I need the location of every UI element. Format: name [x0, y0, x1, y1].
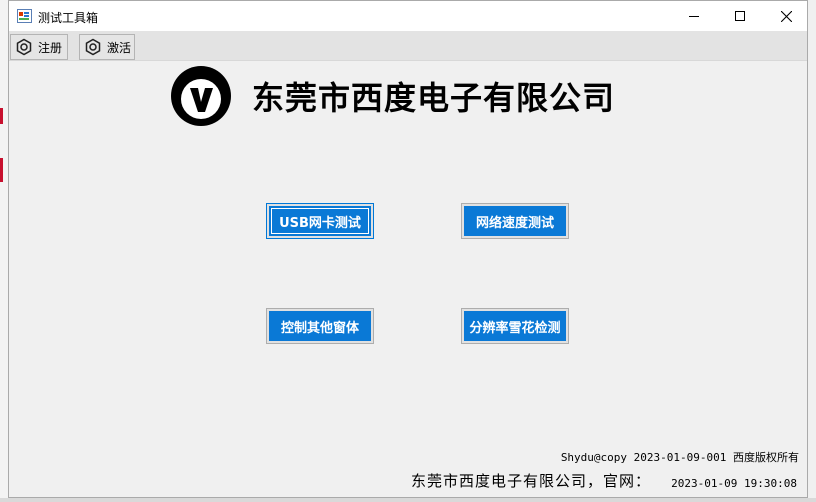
desktop-red-mark	[0, 108, 3, 124]
register-label: 注册	[38, 40, 63, 55]
maximize-icon	[735, 11, 745, 21]
gear-icon	[85, 38, 101, 56]
datetime-text: 2023-01-09 19:30:08	[671, 477, 797, 490]
minimize-button[interactable]	[671, 1, 717, 31]
footer-company-text: 东莞市西度电子有限公司，官网：	[411, 472, 652, 490]
activate-label: 激活	[107, 40, 132, 55]
desktop-bottom-edge	[0, 498, 816, 502]
title-bar[interactable]: 测试工具箱	[9, 1, 807, 31]
gear-icon	[16, 38, 32, 56]
close-icon	[780, 10, 792, 22]
resolution-snow-button[interactable]: 分辨率雪花检测	[461, 308, 569, 344]
activate-button[interactable]: 激活	[79, 34, 135, 60]
register-button[interactable]: 注册	[10, 34, 68, 60]
usb-test-label: USB网卡测试	[269, 206, 371, 236]
network-speed-button[interactable]: 网络速度测试	[461, 203, 569, 239]
minimize-icon	[689, 16, 699, 17]
window-title: 测试工具箱	[38, 11, 99, 25]
company-title: 东莞市西度电子有限公司	[252, 79, 616, 117]
company-logo	[171, 66, 231, 126]
main-window: 测试工具箱 注册 激活 东莞市西度电子有限公司 USB网卡测试 网络速度测试 控…	[8, 0, 808, 498]
main-content: 东莞市西度电子有限公司 USB网卡测试 网络速度测试 控制其他窗体 分辨率雪花检…	[9, 61, 807, 498]
app-icon	[17, 9, 32, 23]
network-speed-label: 网络速度测试	[464, 206, 566, 236]
close-button[interactable]	[763, 1, 809, 31]
desktop-red-mark	[0, 158, 3, 182]
resolution-snow-label: 分辨率雪花检测	[464, 311, 566, 341]
maximize-button[interactable]	[717, 1, 763, 31]
control-windows-label: 控制其他窗体	[269, 311, 371, 341]
control-windows-button[interactable]: 控制其他窗体	[266, 308, 374, 344]
copyright-text: Shydu@copy 2023-01-09-001 西度版权所有	[560, 451, 799, 464]
toolbar: 注册 激活	[9, 31, 807, 61]
usb-test-button[interactable]: USB网卡测试	[266, 203, 374, 239]
